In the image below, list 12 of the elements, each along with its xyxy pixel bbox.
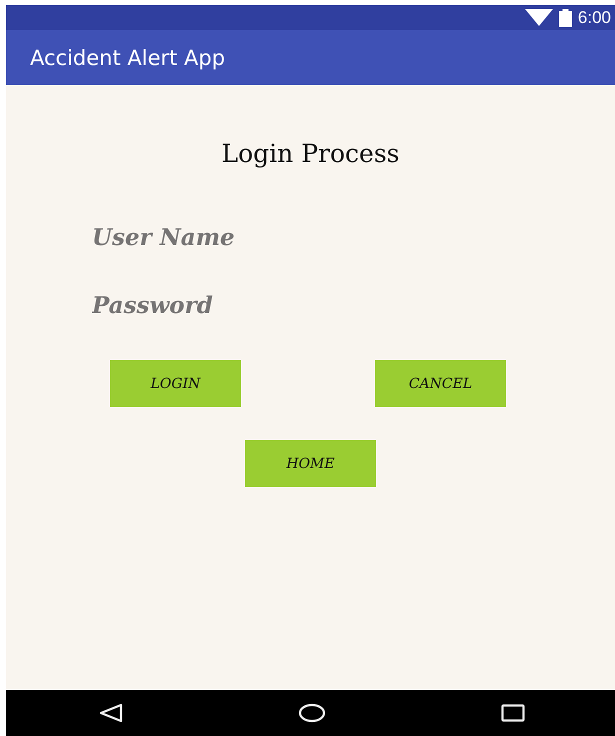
home-icon[interactable]: [298, 703, 326, 723]
app-title: Accident Alert App: [30, 46, 226, 70]
wifi-icon: [524, 9, 553, 26]
page-heading: Login Process: [222, 139, 400, 168]
app-button[interactable]: HOME: [245, 440, 376, 487]
back-icon[interactable]: [99, 703, 123, 723]
status-time: 6:00: [578, 8, 611, 28]
recent-apps-icon[interactable]: [501, 704, 525, 722]
battery-icon: [558, 8, 572, 26]
app-button[interactable]: CANCEL: [375, 360, 506, 407]
app-button[interactable]: LOGIN: [110, 360, 241, 407]
input-field[interactable]: User Name: [92, 218, 392, 256]
